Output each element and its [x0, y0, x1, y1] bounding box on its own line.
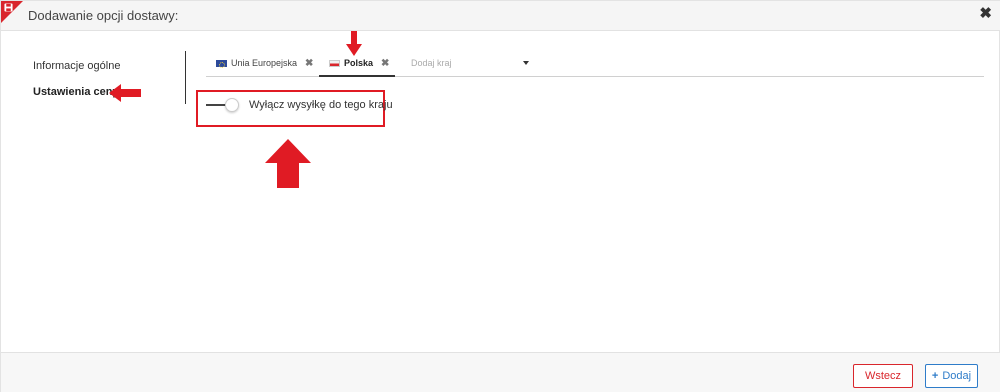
- save-icon: [4, 3, 13, 12]
- tab-label: Polska: [344, 58, 374, 68]
- tab-label: Unia Europejska: [231, 58, 298, 68]
- modal-title: Dodawanie opcji dostawy:: [28, 8, 179, 23]
- delivery-option-modal: Dodawanie opcji dostawy: ✖ Informacje og…: [0, 0, 1000, 392]
- tab-european-union[interactable]: Unia Europejska ✖: [216, 54, 313, 77]
- sidebar-item-general-info[interactable]: Informacje ogólne: [33, 53, 120, 79]
- remove-tab-icon[interactable]: ✖: [305, 58, 313, 69]
- sidebar-divider: [185, 51, 186, 104]
- toggle-knob: [225, 98, 239, 112]
- annotation-arrow-down: [346, 31, 362, 56]
- disable-shipping-label: Wyłącz wysyłkę do tego kraju: [249, 99, 393, 111]
- modal-footer: Wstecz + Dodaj: [1, 352, 1000, 392]
- caret-down-icon: [523, 61, 529, 65]
- remove-tab-icon[interactable]: ✖: [381, 58, 389, 69]
- close-icon[interactable]: ✖: [979, 6, 992, 22]
- eu-flag-icon: [216, 60, 227, 68]
- disable-shipping-toggle[interactable]: [206, 98, 239, 112]
- add-country-select[interactable]: Dodaj kraj: [411, 54, 529, 74]
- poland-flag-icon: [329, 60, 340, 68]
- modal-header: Dodawanie opcji dostawy: ✖: [1, 1, 1000, 31]
- tab-poland[interactable]: Polska ✖: [319, 54, 395, 77]
- add-button[interactable]: + Dodaj: [925, 364, 978, 388]
- annotation-arrow-left: [109, 84, 141, 102]
- add-country-placeholder: Dodaj kraj: [411, 58, 452, 68]
- back-button[interactable]: Wstecz: [853, 364, 913, 388]
- add-button-label: Dodaj: [942, 370, 972, 382]
- sidebar-item-price-settings[interactable]: Ustawienia ceny: [33, 79, 120, 105]
- annotation-arrow-up: [265, 139, 311, 188]
- plus-icon: +: [931, 370, 939, 382]
- settings-sidebar: Informacje ogólne Ustawienia ceny: [33, 53, 120, 105]
- country-tabs: Unia Europejska ✖ Polska ✖ Dodaj kraj: [206, 54, 984, 77]
